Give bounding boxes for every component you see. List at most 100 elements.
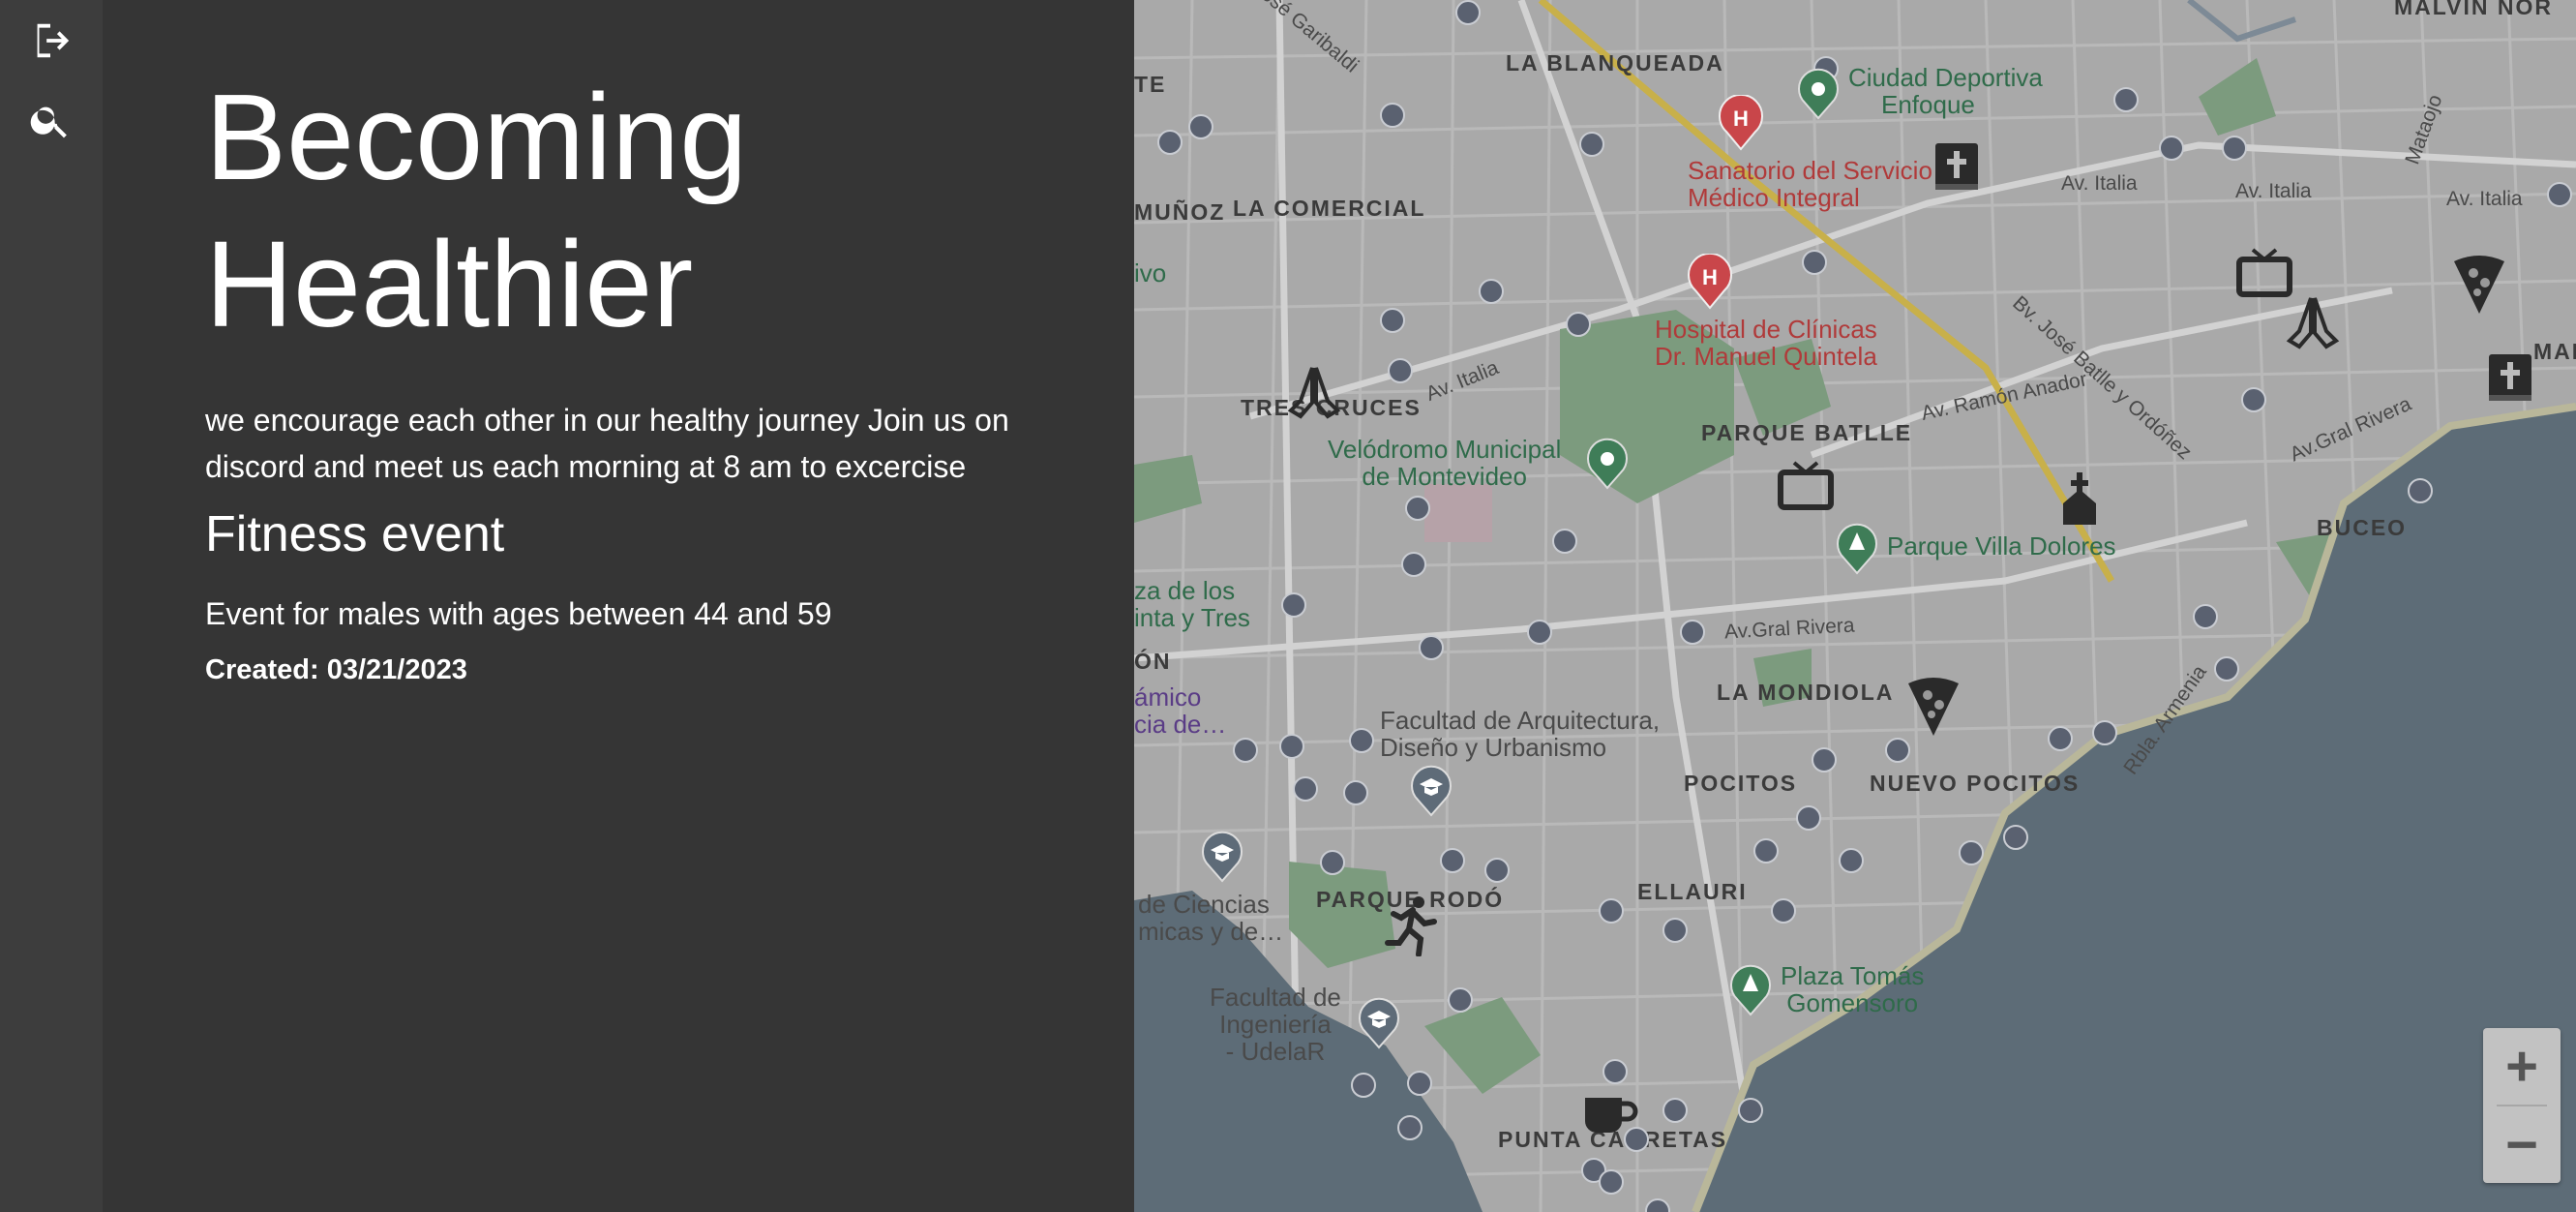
bus-stop-pin[interactable] — [1281, 592, 1306, 618]
church-book-icon[interactable] — [1930, 139, 1984, 196]
poi-velodromo[interactable]: Velódromo Municipal de Montevideo — [1328, 436, 1561, 490]
bus-stop-pin[interactable] — [2048, 726, 2073, 751]
bus-stop-pin[interactable] — [2159, 136, 2184, 161]
bus-stop-pin[interactable] — [1380, 103, 1405, 128]
pizza-icon[interactable] — [2450, 250, 2508, 318]
bus-stop-pin[interactable] — [1419, 635, 1444, 660]
hospital-marker-icon[interactable]: H — [1686, 254, 1734, 310]
bus-stop-pin[interactable] — [1599, 1169, 1624, 1195]
bus-stop-pin[interactable] — [1885, 738, 1910, 763]
bus-stop-pin[interactable] — [1397, 1115, 1423, 1140]
map-view[interactable]: LA BLANQUEADA LA COMERCIAL MUÑOZ TE TRES… — [1134, 0, 2576, 1212]
bus-stop-pin[interactable] — [1771, 898, 1796, 924]
bus-stop-pin[interactable] — [1233, 738, 1258, 763]
bus-stop-pin[interactable] — [2092, 720, 2117, 745]
poi-plaza-tomas-line1: Plaza Tomás — [1781, 961, 1925, 990]
bus-stop-pin[interactable] — [1484, 858, 1510, 883]
zoom-in-button[interactable]: + — [2483, 1028, 2561, 1105]
bus-stop-pin[interactable] — [1351, 1073, 1376, 1098]
hospital-marker-icon[interactable]: H — [1717, 95, 1765, 151]
poi-plaza-tomas[interactable]: Plaza Tomás Gomensoro — [1781, 962, 1924, 1016]
poi-hospital-clinicas[interactable]: Hospital de Clínicas Dr. Manuel Quintela — [1655, 316, 1877, 370]
bus-stop-pin[interactable] — [1349, 728, 1374, 753]
map-label-buceo: BUCEO — [2317, 515, 2408, 540]
praying-hands-icon[interactable] — [1287, 364, 1341, 420]
bus-stop-pin[interactable] — [1959, 840, 1984, 865]
tv-icon[interactable] — [1777, 459, 1835, 511]
poi-ivo[interactable]: ivo — [1134, 259, 1166, 287]
park-marker-icon[interactable] — [1728, 964, 1773, 1016]
poi-dinamico[interactable]: ámico cia de… — [1134, 683, 1226, 738]
bus-stop-pin[interactable] — [1401, 552, 1426, 577]
bus-stop-pin[interactable] — [1579, 132, 1604, 157]
poi-ciudad-deportiva[interactable]: Ciudad Deportiva Enfoque — [1848, 64, 2043, 118]
bus-stop-pin[interactable] — [2547, 182, 2572, 207]
bus-stop-pin[interactable] — [1388, 358, 1413, 383]
bus-stop-pin[interactable] — [2113, 87, 2139, 112]
poi-villa-dolores[interactable]: Parque Villa Dolores — [1887, 532, 2116, 560]
sports-marker-icon[interactable] — [1585, 438, 1630, 490]
bus-stop-pin[interactable] — [1279, 734, 1304, 759]
event-title: Fitness event — [205, 506, 505, 562]
bus-stop-pin[interactable] — [1320, 850, 1345, 875]
bus-stop-pin[interactable] — [1188, 114, 1213, 139]
praying-hands-icon[interactable] — [2286, 294, 2340, 350]
bus-stop-pin[interactable] — [1527, 620, 1552, 645]
zoom-controls: + − — [2483, 1028, 2561, 1183]
bus-stop-pin[interactable] — [1407, 1071, 1432, 1096]
poi-facultad-ingenieria[interactable]: Facultad de Ingeniería - UdelaR — [1210, 984, 1341, 1065]
sports-marker-icon[interactable] — [1796, 68, 1841, 120]
poi-dinamico-line1: ámico — [1134, 682, 1202, 712]
street-av-italia-4: Av. Italia — [2446, 188, 2523, 210]
bus-stop-pin[interactable] — [2193, 604, 2218, 629]
bus-stop-pin[interactable] — [1662, 1098, 1688, 1123]
school-marker-icon[interactable] — [1409, 765, 1453, 817]
coffee-cup-icon[interactable] — [1581, 1094, 1639, 1140]
bus-stop-pin[interactable] — [2408, 478, 2433, 503]
tv-icon[interactable] — [2235, 246, 2293, 298]
bus-stop-pin[interactable] — [1455, 0, 1481, 25]
church-icon[interactable] — [2053, 470, 2106, 527]
bus-stop-pin[interactable] — [1566, 312, 1591, 337]
bus-stop-pin[interactable] — [2214, 656, 2239, 682]
event-description: Event for males with ages between 44 and… — [205, 596, 832, 631]
pizza-icon[interactable] — [1904, 672, 1962, 740]
bus-stop-pin[interactable] — [1738, 1098, 1763, 1123]
bus-stop-pin[interactable] — [1343, 780, 1368, 805]
bus-stop-pin[interactable] — [2222, 136, 2247, 161]
bus-stop-pin[interactable] — [1440, 848, 1465, 873]
bus-stop-pin[interactable] — [1753, 838, 1779, 864]
bus-stop-pin[interactable] — [1448, 987, 1473, 1013]
park-marker-icon[interactable] — [1835, 523, 1879, 575]
bus-stop-pin[interactable] — [1380, 308, 1405, 333]
poi-facultad-ciencias[interactable]: de Ciencias micas y de… — [1138, 891, 1283, 945]
bus-stop-pin[interactable] — [1552, 529, 1577, 554]
poi-sanatorio-line1: Sanatorio del Servicio — [1688, 156, 1932, 185]
poi-sanatorio[interactable]: Sanatorio del Servicio Médico Integral — [1688, 157, 1932, 211]
running-person-icon[interactable] — [1384, 894, 1438, 956]
bus-stop-pin[interactable] — [2241, 387, 2266, 412]
search-button[interactable] — [23, 93, 77, 147]
bus-stop-pin[interactable] — [1479, 279, 1504, 304]
bus-stop-pin[interactable] — [1812, 747, 1837, 773]
poi-facultad-arquitectura[interactable]: Facultad de Arquitectura, Diseño y Urban… — [1380, 707, 1660, 761]
bus-stop-pin[interactable] — [1662, 918, 1688, 943]
bus-stop-pin[interactable] — [1405, 496, 1430, 521]
bus-stop-pin[interactable] — [1796, 805, 1821, 831]
logout-button[interactable] — [23, 14, 77, 68]
church-book-icon[interactable] — [2483, 350, 2537, 407]
bus-stop-pin[interactable] — [1603, 1059, 1628, 1084]
bus-stop-pin[interactable] — [2003, 825, 2028, 850]
map-label-parque-batlle: PARQUE BATLLE — [1701, 420, 1913, 445]
bus-stop-pin[interactable] — [1802, 250, 1827, 275]
poi-plaza-de-los[interactable]: za de los inta y Tres — [1134, 577, 1250, 631]
bus-stop-pin[interactable] — [1680, 620, 1705, 645]
zoom-out-button[interactable]: − — [2483, 1106, 2561, 1183]
bus-stop-pin[interactable] — [1599, 898, 1624, 924]
school-marker-icon[interactable] — [1357, 997, 1401, 1049]
bus-stop-pin[interactable] — [1293, 776, 1318, 802]
school-marker-icon[interactable] — [1200, 831, 1244, 883]
map-label-pocitos: POCITOS — [1684, 771, 1798, 796]
bus-stop-pin[interactable] — [1839, 848, 1864, 873]
bus-stop-pin[interactable] — [1157, 130, 1183, 155]
